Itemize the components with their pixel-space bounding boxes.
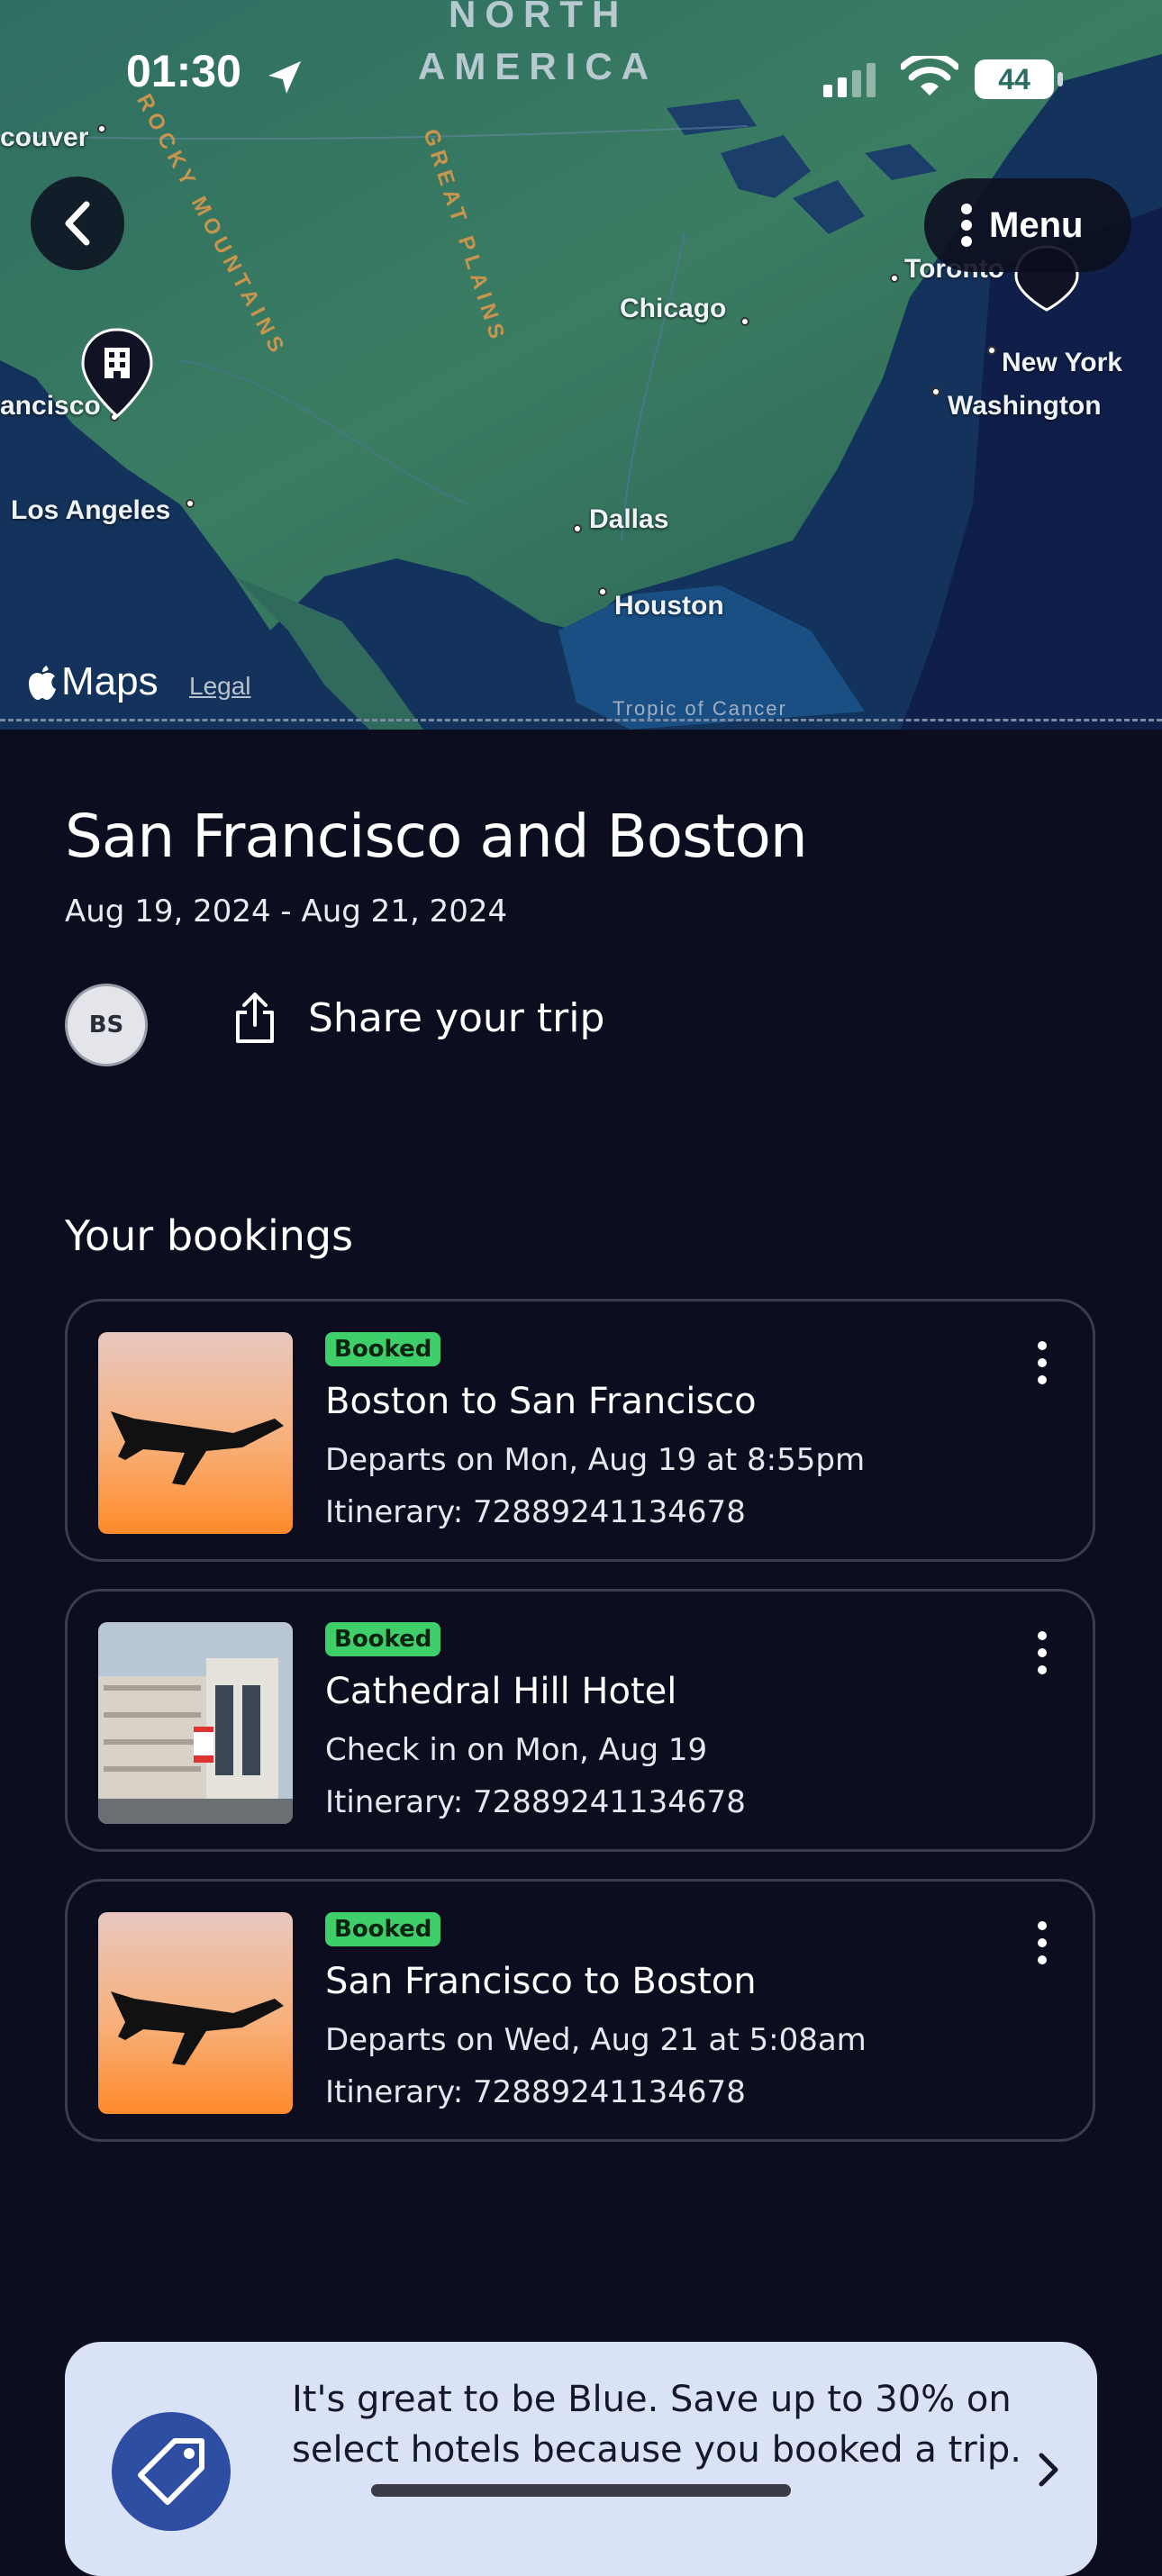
booking-itinerary: Itinerary: 72889241134678 — [325, 2074, 746, 2110]
booking-itinerary: Itinerary: 72889241134678 — [325, 1494, 746, 1530]
status-bar: 01:30 44 — [0, 0, 1162, 144]
trip-map[interactable]: NORTH AMERICA ROCKY MOUNTAINS GREAT PLAI… — [0, 0, 1162, 730]
booking-options-button[interactable] — [1031, 1921, 1053, 1964]
status-time: 01:30 — [126, 46, 241, 96]
share-icon — [236, 993, 274, 1043]
menu-label: Menu — [989, 204, 1084, 245]
city-label-new-york: New York — [1002, 348, 1122, 377]
legal-link[interactable]: Legal — [189, 672, 251, 701]
booking-options-button[interactable] — [1031, 1341, 1053, 1384]
city-dot — [598, 587, 607, 596]
battery-level: 44 — [998, 62, 1030, 95]
trip-dates: Aug 19, 2024 - Aug 21, 2024 — [65, 893, 508, 930]
booking-card[interactable]: Booked Boston to San Francisco Departs o… — [65, 1299, 1095, 1562]
chevron-right-icon — [1039, 2453, 1058, 2487]
bookings-heading: Your bookings — [65, 1211, 354, 1260]
back-button[interactable] — [31, 177, 124, 270]
hotel-image — [98, 1622, 293, 1824]
city-label-chicago: Chicago — [620, 294, 727, 323]
booking-departure: Departs on Mon, Aug 19 at 8:55pm — [325, 1442, 866, 1478]
booking-itinerary: Itinerary: 72889241134678 — [325, 1784, 746, 1820]
home-indicator[interactable] — [371, 2484, 791, 2497]
city-label-houston: Houston — [614, 591, 724, 621]
booking-card[interactable]: Booked Cathedral Hill Hotel Check in on … — [65, 1589, 1095, 1852]
menu-button[interactable]: Menu — [924, 178, 1131, 272]
promo-banner[interactable]: It's great to be Blue. Save up to 30% on… — [65, 2342, 1097, 2576]
tropic-line — [0, 719, 1162, 721]
wifi-icon — [901, 56, 958, 95]
booking-card[interactable]: Booked San Francisco to Boston Departs o… — [65, 1879, 1095, 2142]
city-dot — [890, 274, 899, 283]
booking-departure: Departs on Wed, Aug 21 at 5:08am — [325, 2022, 867, 2058]
share-trip-button[interactable]: Share your trip — [232, 991, 604, 1045]
tropic-of-cancer-label: Tropic of Cancer — [613, 697, 787, 720]
city-dot — [987, 346, 996, 355]
avatar-initials: BS — [88, 1011, 124, 1039]
city-dot — [740, 317, 749, 326]
booking-title: Cathedral Hill Hotel — [325, 1671, 677, 1712]
booking-status-badge: Booked — [325, 1912, 441, 1946]
battery-cap — [1058, 72, 1063, 86]
signal-icon — [823, 63, 876, 97]
share-trip-label: Share your trip — [308, 994, 605, 1041]
city-dot — [931, 387, 940, 396]
city-dot — [186, 499, 195, 508]
booking-checkin: Check in on Mon, Aug 19 — [325, 1732, 708, 1768]
maps-brand-label: Maps — [61, 659, 159, 703]
city-label-los-angeles: Los Angeles — [11, 495, 171, 525]
traveler-avatar[interactable]: BS — [65, 984, 148, 1066]
city-dot — [573, 524, 582, 533]
booking-status-badge: Booked — [325, 1622, 441, 1656]
battery-icon: 44 — [975, 59, 1054, 99]
flight-image — [98, 1332, 293, 1534]
booking-options-button[interactable] — [1031, 1631, 1053, 1674]
city-label-dallas: Dallas — [589, 504, 669, 534]
booking-title: Boston to San Francisco — [325, 1381, 757, 1422]
more-vertical-icon — [961, 204, 972, 247]
booking-status-badge: Booked — [325, 1332, 441, 1366]
apple-maps-logo: Maps — [27, 659, 159, 704]
apple-logo-icon — [29, 666, 56, 700]
flight-image — [98, 1912, 293, 2114]
promo-tag-icon — [112, 2412, 231, 2531]
promo-text: It's great to be Blue. Save up to 30% on… — [292, 2379, 1021, 2471]
city-label-washington: Washington — [948, 391, 1102, 421]
location-arrow-icon — [268, 61, 301, 94]
trip-title: San Francisco and Boston — [65, 802, 808, 871]
hotel-pin-icon[interactable] — [79, 326, 155, 420]
chevron-left-icon — [65, 201, 90, 246]
booking-title: San Francisco to Boston — [325, 1961, 757, 2002]
